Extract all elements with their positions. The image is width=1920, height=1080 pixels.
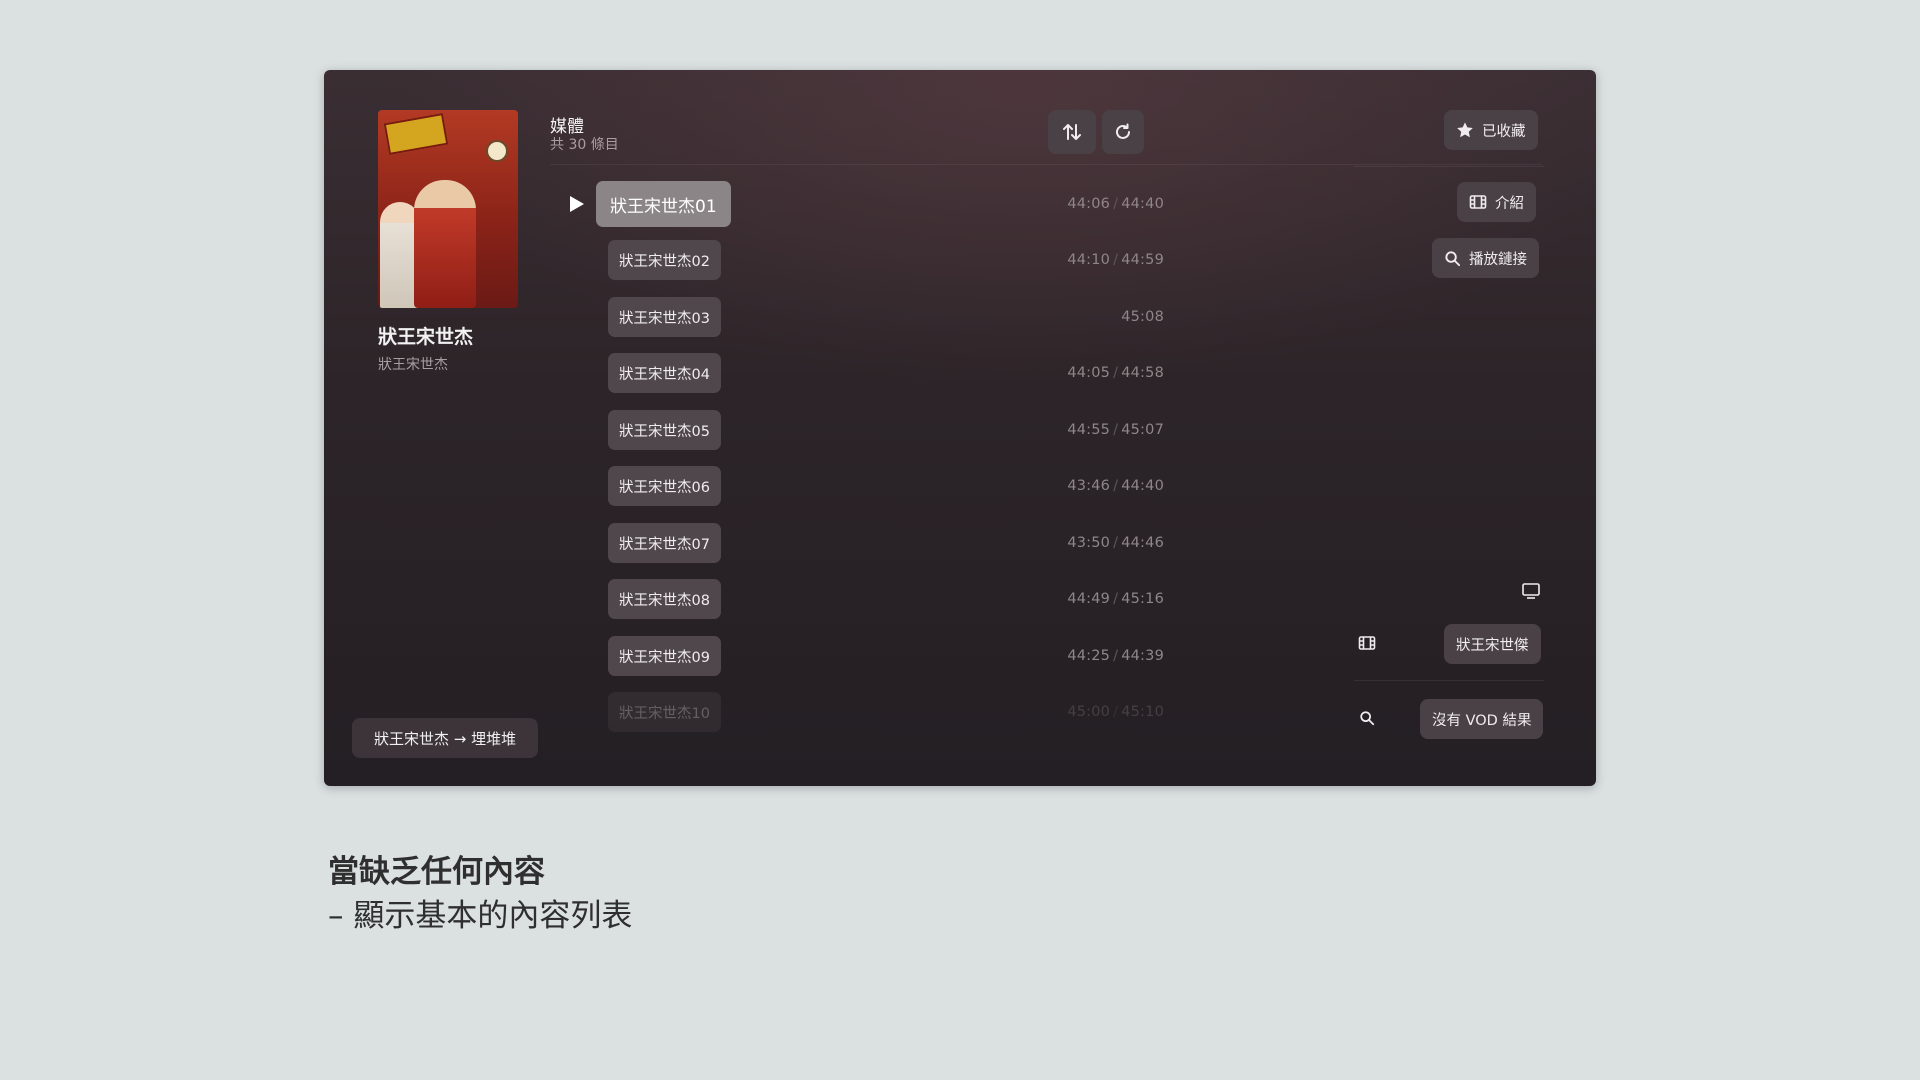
search-icon — [1356, 707, 1378, 729]
episode-time: 45:00/45:10 — [1067, 704, 1164, 720]
time-separator: / — [1113, 591, 1119, 607]
header-divider — [550, 164, 1542, 165]
episode-button[interactable]: 狀王宋世杰04 — [608, 353, 721, 393]
film-icon — [1469, 195, 1487, 209]
favorite-button[interactable]: 已收藏 — [1444, 110, 1538, 150]
watched-time: 44:10 — [1067, 252, 1111, 268]
episode-time: 44:10/44:59 — [1067, 252, 1164, 268]
duration: 44:59 — [1121, 252, 1164, 268]
episode-button[interactable]: 狀王宋世杰06 — [608, 466, 721, 506]
duration: 45:08 — [1121, 309, 1164, 325]
watched-time: 43:50 — [1067, 535, 1111, 551]
caption-subtitle: – 顯示基本的內容列表 — [328, 898, 633, 934]
watched-time: 44:06 — [1067, 196, 1111, 212]
duration: 44:40 — [1121, 478, 1164, 494]
episode-button[interactable]: 狀王宋世杰05 — [608, 410, 721, 450]
watched-time: 44:05 — [1067, 365, 1111, 381]
show-title: 狀王宋世杰 — [378, 326, 474, 348]
episode-list[interactable]: 狀王宋世杰01 44:06/44:40 狀王宋世杰02 44:10/44:59 … — [550, 180, 1210, 786]
star-icon — [1457, 122, 1473, 138]
time-separator: / — [1113, 422, 1119, 438]
sidebar-divider — [1354, 166, 1544, 167]
episode-time: 43:46/44:40 — [1067, 478, 1164, 494]
search-icon — [1445, 250, 1461, 266]
time-separator: / — [1113, 252, 1119, 268]
watched-time: 44:55 — [1067, 422, 1111, 438]
show-subtitle: 狀王宋世杰 — [378, 357, 448, 373]
caption-title: 當缺乏任何內容 — [328, 854, 545, 890]
sidebar-divider — [1354, 680, 1544, 681]
episode-time: 45:08 — [1121, 309, 1164, 325]
episode-button[interactable]: 狀王宋世杰08 — [608, 579, 721, 619]
favorite-label: 已收藏 — [1482, 123, 1526, 140]
episode-button[interactable]: 狀王宋世杰09 — [608, 636, 721, 676]
time-separator: / — [1113, 478, 1119, 494]
film-icon — [1356, 632, 1378, 654]
watched-time: 44:25 — [1067, 648, 1111, 664]
episode-time: 44:25/44:39 — [1067, 648, 1164, 664]
redirect-button[interactable]: 狀王宋世杰 → 埋堆堆 — [352, 718, 539, 758]
duration: 44:58 — [1121, 365, 1164, 381]
episode-time: 43:50/44:46 — [1067, 535, 1164, 551]
watched-time: 43:46 — [1067, 478, 1111, 494]
intro-button[interactable]: 介紹 — [1457, 182, 1536, 222]
episode-row[interactable]: 狀王宋世杰09 44:25/44:39 — [550, 632, 1210, 680]
sort-arrows-icon — [1063, 124, 1081, 140]
time-separator: / — [1113, 196, 1119, 212]
item-count: 共 30 條目 — [550, 137, 619, 153]
time-separator: / — [1113, 535, 1119, 551]
vod-result-button[interactable]: 沒有 VOD 結果 — [1420, 699, 1544, 739]
episode-row[interactable]: 狀王宋世杰07 43:50/44:46 — [550, 519, 1210, 567]
duration: 45:10 — [1121, 704, 1164, 720]
duration: 44:39 — [1121, 648, 1164, 664]
play-link-button[interactable]: 播放鏈接 — [1432, 238, 1539, 278]
episode-button[interactable]: 狀王宋世杰03 — [608, 297, 721, 337]
episode-time: 44:55/45:07 — [1067, 422, 1164, 438]
sort-button[interactable] — [1048, 110, 1096, 154]
time-separator: / — [1113, 648, 1119, 664]
time-separator: / — [1113, 704, 1119, 720]
duration: 44:40 — [1121, 196, 1164, 212]
duration: 44:46 — [1121, 535, 1164, 551]
episode-row[interactable]: 狀王宋世杰01 44:06/44:40 — [550, 180, 1210, 228]
episode-row[interactable]: 狀王宋世杰02 44:10/44:59 — [550, 236, 1210, 284]
app-window: 狀王宋世杰 狀王宋世杰 狀王宋世杰 → 埋堆堆 媒體 共 30 條目 狀王宋世杰… — [324, 70, 1596, 786]
episode-button[interactable]: 狀王宋世杰01 — [596, 181, 731, 227]
refresh-icon — [1116, 123, 1130, 139]
episode-row[interactable]: 狀王宋世杰10 45:00/45:10 — [550, 688, 1210, 736]
episode-button[interactable]: 狀王宋世杰07 — [608, 523, 721, 563]
episode-time: 44:06/44:40 — [1067, 196, 1164, 212]
episode-row[interactable]: 狀王宋世杰06 43:46/44:40 — [550, 462, 1210, 510]
show-poster[interactable] — [378, 110, 518, 308]
monitor-icon[interactable] — [1520, 580, 1542, 602]
episode-button[interactable]: 狀王宋世杰02 — [608, 240, 721, 280]
play-icon[interactable] — [566, 194, 586, 214]
episode-row[interactable]: 狀王宋世杰04 44:05/44:58 — [550, 349, 1210, 397]
episode-row[interactable]: 狀王宋世杰08 44:49/45:16 — [550, 575, 1210, 623]
episode-button[interactable]: 狀王宋世杰10 — [608, 692, 721, 732]
poster-clock-art — [486, 140, 508, 162]
poster-figure-art — [414, 180, 476, 308]
episode-row[interactable]: 狀王宋世杰05 44:55/45:07 — [550, 406, 1210, 454]
intro-label: 介紹 — [1495, 195, 1524, 212]
watched-time: 45:00 — [1067, 704, 1111, 720]
time-separator: / — [1113, 365, 1119, 381]
episode-time: 44:49/45:16 — [1067, 591, 1164, 607]
refresh-button[interactable] — [1102, 110, 1144, 154]
play-link-label: 播放鏈接 — [1469, 251, 1527, 268]
episode-row[interactable]: 狀王宋世杰03 45:08 — [550, 293, 1210, 341]
duration: 45:16 — [1121, 591, 1164, 607]
poster-sign-art — [383, 113, 449, 155]
duration: 45:07 — [1121, 422, 1164, 438]
episode-time: 44:05/44:58 — [1067, 365, 1164, 381]
watched-time: 44:49 — [1067, 591, 1111, 607]
match-title-button[interactable]: 狀王宋世傑 — [1444, 624, 1541, 664]
